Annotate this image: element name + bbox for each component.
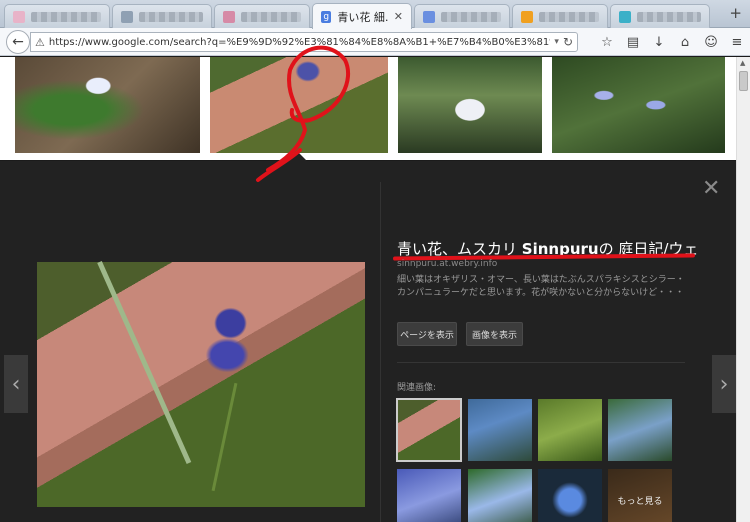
favicon-icon (521, 10, 533, 23)
chevron-left-icon: ‹ (11, 371, 21, 397)
result-thumbnail[interactable] (15, 57, 200, 153)
blurred-title (539, 11, 599, 22)
visit-page-button[interactable]: ページを表示 (397, 322, 457, 346)
blurred-title (241, 11, 301, 22)
favicon-icon (619, 10, 631, 23)
related-image[interactable] (538, 469, 602, 522)
download-icon[interactable]: ↓ (646, 32, 672, 52)
navigation-bar: ← ⚠ https://www.google.com/search?q=%E9%… (0, 28, 750, 56)
leaf-blade (97, 260, 192, 464)
chevron-right-icon: › (719, 371, 729, 397)
tab-title: 青い花 細… (337, 10, 387, 24)
tab-7[interactable] (610, 4, 710, 28)
favicon-icon (223, 10, 235, 23)
chat-icon[interactable]: ☺ (698, 32, 724, 52)
tab-3[interactable] (214, 4, 310, 28)
source-url[interactable]: sinnpuru.at.webry.info (397, 259, 697, 269)
star-icon[interactable]: ☆ (594, 32, 620, 52)
close-tab-icon[interactable]: ✕ (394, 10, 403, 23)
preview-image[interactable] (37, 260, 365, 507)
image-results-row (0, 57, 736, 160)
scrollbar[interactable]: ▲ (736, 57, 750, 522)
back-arrow-icon[interactable]: ← (6, 30, 30, 54)
tab-1[interactable] (4, 4, 110, 28)
blurred-title (31, 11, 101, 22)
menu-icon[interactable]: ≡ (724, 32, 750, 52)
favicon-icon (13, 10, 25, 23)
panel-pointer (289, 152, 307, 161)
next-image-button[interactable]: › (712, 355, 736, 413)
related-images-label: 関連画像: (397, 383, 437, 393)
toolbar-icons: ☆ ▤ ↓ ⌂ ☺ ≡ (594, 32, 750, 52)
address-bar[interactable]: ⚠ https://www.google.com/search?q=%E9%9D… (30, 32, 578, 52)
related-image[interactable] (538, 399, 602, 461)
tab-6[interactable] (512, 4, 608, 28)
browser-window: g 青い花 細… ✕ + ← ⚠ https://www.google.com/… (0, 0, 750, 522)
previous-image-button[interactable]: ‹ (4, 355, 28, 413)
related-image[interactable] (397, 469, 461, 522)
dropdown-icon[interactable]: ▾ (554, 37, 559, 47)
tab-2[interactable] (112, 4, 212, 28)
image-description: 細い葉はオキザリス・オマー、長い葉はたぶんスパラキシスとシラー・カンパニュラーケ… (397, 275, 685, 298)
new-tab-button[interactable]: + (729, 4, 742, 22)
related-image[interactable] (468, 399, 532, 461)
related-image[interactable] (468, 469, 532, 522)
result-thumbnail-selected[interactable] (210, 57, 388, 153)
related-image[interactable] (608, 399, 672, 461)
flower-stem (211, 382, 238, 492)
favicon-icon (121, 10, 133, 23)
view-image-button[interactable]: 画像を表示 (466, 322, 523, 346)
scroll-up-icon[interactable]: ▲ (740, 59, 745, 67)
google-favicon-icon: g (321, 10, 332, 23)
separator (397, 362, 685, 363)
close-icon[interactable]: ✕ (702, 176, 720, 201)
blurred-title (637, 11, 701, 22)
tab-5[interactable] (414, 4, 510, 28)
favicon-icon (423, 10, 435, 23)
more-images-button[interactable]: もっと見る (608, 469, 672, 522)
related-image[interactable] (396, 398, 462, 462)
tab-strip: g 青い花 細… ✕ + (0, 0, 750, 29)
url-text[interactable]: https://www.google.com/search?q=%E9%9D%9… (49, 37, 551, 48)
reading-list-icon[interactable]: ▤ (620, 32, 646, 52)
result-thumbnail[interactable] (398, 57, 542, 153)
tab-active[interactable]: g 青い花 細… ✕ (312, 3, 412, 29)
scrollbar-thumb[interactable] (739, 71, 748, 91)
result-thumbnail[interactable] (552, 57, 725, 153)
blurred-title (139, 11, 203, 22)
warning-icon: ⚠ (35, 35, 45, 49)
reload-icon[interactable]: ↻ (563, 35, 573, 49)
panel-divider (380, 182, 381, 522)
home-icon[interactable]: ⌂ (672, 32, 698, 52)
blurred-title (441, 11, 501, 22)
